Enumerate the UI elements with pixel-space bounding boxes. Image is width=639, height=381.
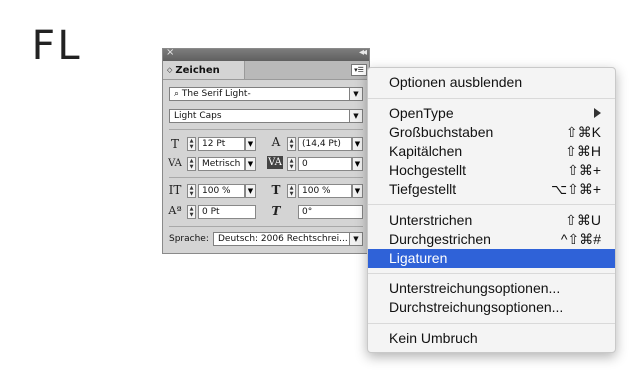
sample-text: FL xyxy=(31,23,84,69)
tab-label: Zeichen xyxy=(175,65,220,76)
menu-separator xyxy=(368,273,615,274)
chevron-down-icon[interactable]: ▼ xyxy=(245,137,256,151)
chevron-down-icon[interactable]: ▼ xyxy=(349,233,362,245)
horizontal-scale-field[interactable]: 100 % xyxy=(298,184,352,198)
panel-menu-button[interactable]: ▾☰ xyxy=(351,64,367,76)
tracking-icon: VA xyxy=(267,156,283,169)
shortcut: ⇧⌘K xyxy=(565,124,601,140)
chevron-down-icon[interactable]: ▼ xyxy=(245,157,256,171)
menu-separator xyxy=(368,323,615,324)
close-icon[interactable]: × xyxy=(166,47,174,58)
kerning-icon: VA xyxy=(168,158,182,169)
font-family-dropdown[interactable]: ⌕ The Serif Light- ▼ xyxy=(169,87,363,101)
skew-icon: T xyxy=(271,204,281,218)
menu-item-tiefgestellt[interactable]: Tiefgestellt ⌥⇧⌘+ xyxy=(368,180,615,199)
panel-titlebar[interactable]: × ◂◂ xyxy=(163,47,369,61)
menu-item-durchstreichungsoptionen[interactable]: Durchstreichungsoptionen... xyxy=(368,298,615,317)
font-style-dropdown[interactable]: Light Caps ▼ xyxy=(169,109,363,123)
leading-field[interactable]: (14,4 Pt) xyxy=(298,137,352,151)
horizontal-scale-icon: T xyxy=(271,183,281,197)
tab-zeichen[interactable]: ◇ Zeichen xyxy=(163,61,245,79)
shortcut: ⌥⇧⌘+ xyxy=(550,181,601,197)
menu-item-hochgestellt[interactable]: Hochgestellt ⇧⌘+ xyxy=(368,161,615,180)
shortcut: ⇧⌘+ xyxy=(567,162,601,178)
menu-item-optionen-ausblenden[interactable]: Optionen ausblenden xyxy=(368,73,615,92)
submenu-arrow-icon xyxy=(594,108,601,118)
menu-item-ligaturen[interactable]: Ligaturen xyxy=(368,249,615,268)
menu-item-kein-umbruch[interactable]: Kein Umbruch xyxy=(368,329,615,348)
language-label: Sprache: xyxy=(169,234,209,244)
kerning-field[interactable]: Metrisch xyxy=(198,157,245,171)
font-size-icon: T xyxy=(170,137,179,151)
vertical-scale-icon: IT xyxy=(168,183,182,197)
menu-item-unterstrichen[interactable]: Unterstrichen ⇧⌘U xyxy=(368,211,615,230)
menu-item-opentype[interactable]: OpenType xyxy=(368,104,615,123)
kerning-stepper[interactable]: ▲ ▼ xyxy=(187,157,196,171)
language-value: Deutsch: 2006 Rechtschrei... xyxy=(218,234,348,244)
shortcut: ^⇧⌘# xyxy=(560,231,601,247)
tracking-field[interactable]: 0 xyxy=(298,157,352,171)
tab-arrows-icon: ◇ xyxy=(167,66,173,74)
chevron-down-icon[interactable]: ▼ xyxy=(245,184,256,198)
chevron-down-icon[interactable]: ▼ xyxy=(352,184,363,198)
menu-separator xyxy=(368,98,615,99)
divider xyxy=(169,129,363,130)
chevron-down-icon[interactable]: ▼ xyxy=(352,157,363,171)
shortcut: ⇧⌘U xyxy=(565,212,601,228)
chevron-down-icon[interactable]: ▼ xyxy=(349,88,362,100)
panel-tab-row: ◇ Zeichen ▾☰ xyxy=(163,61,369,80)
vertical-scale-field[interactable]: 100 % xyxy=(198,184,245,198)
vertical-scale-stepper[interactable]: ▲ ▼ xyxy=(187,184,196,198)
horizontal-scale-stepper[interactable]: ▲ ▼ xyxy=(287,184,296,198)
character-panel: × ◂◂ ◇ Zeichen ▾☰ ⌕ The Serif Light- ▼ Li… xyxy=(162,47,370,254)
panel-flyout-menu: Optionen ausblenden OpenType Großbuchsta… xyxy=(367,67,616,353)
baseline-shift-icon: Aª xyxy=(168,204,182,217)
leading-stepper[interactable]: ▲ ▼ xyxy=(287,137,296,151)
font-style-value: Light Caps xyxy=(174,111,222,121)
chevron-down-icon[interactable]: ▼ xyxy=(352,137,363,151)
tracking-stepper[interactable]: ▲ ▼ xyxy=(287,157,296,171)
menu-item-kapitaelchen[interactable]: Kapitälchen ⇧⌘H xyxy=(368,142,615,161)
skew-field[interactable]: 0° xyxy=(298,205,363,219)
menu-item-unterstreichungsoptionen[interactable]: Unterstreichungsoptionen... xyxy=(368,279,615,298)
chevron-down-icon[interactable]: ▼ xyxy=(349,110,362,122)
menu-separator xyxy=(368,204,615,205)
font-size-stepper[interactable]: ▲ ▼ xyxy=(187,137,196,151)
collapse-icon[interactable]: ◂◂ xyxy=(359,47,367,58)
menu-item-grossbuchstaben[interactable]: Großbuchstaben ⇧⌘K xyxy=(368,123,615,142)
language-dropdown[interactable]: Deutsch: 2006 Rechtschrei... ▼ xyxy=(213,232,363,246)
menu-item-durchgestrichen[interactable]: Durchgestrichen ^⇧⌘# xyxy=(368,230,615,249)
leading-icon: A xyxy=(271,135,281,149)
baseline-shift-stepper[interactable]: ▲ ▼ xyxy=(187,205,196,219)
font-family-value: ⌕ The Serif Light- xyxy=(174,89,251,99)
divider xyxy=(169,226,363,227)
divider xyxy=(169,177,363,178)
shortcut: ⇧⌘H xyxy=(565,143,601,159)
font-size-field[interactable]: 12 Pt xyxy=(198,137,245,151)
baseline-shift-field[interactable]: 0 Pt xyxy=(198,205,256,219)
